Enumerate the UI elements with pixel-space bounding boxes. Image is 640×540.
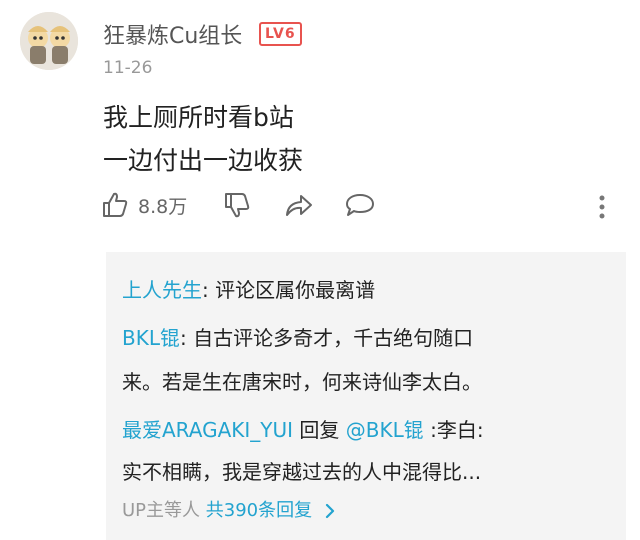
reply-connector: 回复 [293, 418, 346, 442]
reply-item[interactable]: BKL锟: 自古评论多奇才，千古绝句随口 [122, 322, 473, 351]
reply-username[interactable]: 最爱ARAGAKI_YUI [122, 418, 293, 442]
comment-action-bar: 8.8万 [100, 190, 620, 230]
dislike-button[interactable] [222, 190, 252, 220]
reply-button[interactable] [344, 190, 376, 220]
comment-line: 一边付出一边收获 [103, 146, 304, 175]
up-label: UP主等人 [122, 500, 201, 521]
reply-text: 评论区属你最离谱 [215, 278, 376, 302]
more-options-button[interactable] [598, 194, 606, 224]
reply-item[interactable]: 最爱ARAGAKI_YUI 回复 @BKL锟 :李白: [122, 414, 484, 443]
avatar[interactable] [20, 12, 78, 70]
reply-total[interactable]: 共390条回复 [206, 500, 312, 521]
comment-date: 11-26 [103, 58, 153, 78]
like-count: 8.8万 [138, 195, 188, 218]
reply-separator: : [179, 326, 194, 350]
reply-text-continued: 来。若是生在唐宋时，何来诗仙李太白。 [122, 370, 482, 394]
reply-text-continued: 实不相瞒，我是穿越过去的人中混得比... [122, 460, 482, 484]
view-all-replies-link[interactable]: UP主等人 共390条回复 [122, 496, 336, 522]
thumbs-down-icon [225, 193, 250, 218]
more-vertical-icon [599, 195, 605, 219]
reply-username[interactable]: BKL锟 [122, 326, 180, 350]
thumbs-up-icon [103, 192, 128, 217]
reply-text: 自古评论多奇才，千古绝句随口 [193, 326, 474, 350]
comment-username[interactable]: 狂暴炼Cu组长 [103, 18, 242, 50]
reply-mention[interactable]: @BKL锟 [346, 418, 424, 442]
level-badge: LV6 [259, 22, 302, 46]
reply-username[interactable]: 上人先生 [122, 278, 202, 302]
replies-preview[interactable]: 上人先生: 评论区属你最离谱 BKL锟: 自古评论多奇才，千古绝句随口 来。若是… [106, 252, 626, 540]
reply-item[interactable]: 上人先生: 评论区属你最离谱 [122, 274, 375, 303]
comment-content: 我上厕所时看b站 一边付出一边收获 [103, 96, 303, 182]
reply-separator: : [202, 278, 216, 302]
reply-text: :李白: [423, 418, 484, 442]
speech-bubble-icon [346, 194, 374, 216]
like-button[interactable]: 8.8万 [100, 190, 187, 220]
avatar-image [20, 12, 78, 70]
share-button[interactable] [284, 190, 314, 220]
chevron-right-icon [325, 503, 334, 519]
comment-line: 我上厕所时看b站 [103, 103, 294, 132]
share-arrow-icon [286, 195, 312, 216]
